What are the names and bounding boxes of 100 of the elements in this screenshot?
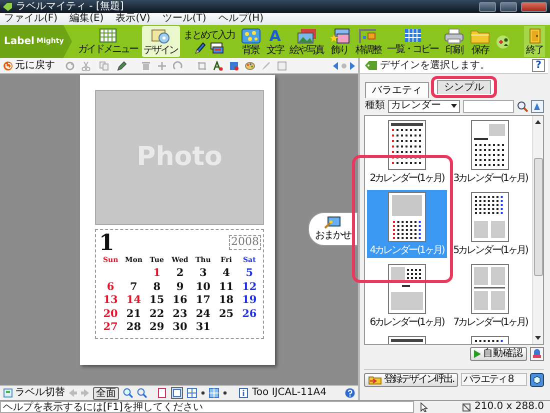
- design-set-field: バラエティ 8: [460, 373, 527, 386]
- label-icon: [3, 388, 13, 398]
- ribbon-button[interactable]: 絵や写真: [288, 26, 326, 57]
- add-icon: [496, 34, 510, 48]
- day-number: 31: [194, 321, 212, 336]
- ribbon-button[interactable]: 保存: [468, 26, 492, 57]
- design-label: 6カレンダー(1ヶ月): [370, 317, 444, 328]
- minimize-button[interactable]: [479, 2, 496, 12]
- maximize-button[interactable]: [500, 2, 517, 12]
- undo-button[interactable]: 元に戻す: [3, 60, 55, 72]
- close-button[interactable]: [521, 2, 547, 12]
- ribbon-button[interactable]: 背景: [238, 26, 262, 57]
- decoration-icon: [330, 28, 350, 44]
- auto-check-button[interactable]: 自動確認: [470, 347, 527, 361]
- tile-icon[interactable]: [209, 388, 219, 398]
- single-page-icon[interactable]: [157, 388, 167, 398]
- undo-icon: [3, 60, 13, 70]
- image-icon: [229, 60, 239, 70]
- pencil-icon: [194, 42, 206, 54]
- redo-icon: [65, 60, 75, 70]
- menu-item[interactable]: ヘルプ(H): [218, 13, 264, 25]
- photos-icon: [296, 28, 316, 44]
- day-number: 14: [125, 294, 142, 308]
- design-tile[interactable]: 2カレンダー(1ヶ月): [367, 118, 446, 186]
- ribbon-button[interactable]: 印刷: [442, 26, 466, 57]
- ribbon-button[interactable]: 枠調整: [354, 26, 383, 57]
- design-tile[interactable]: 6カレンダー(1ヶ月): [367, 262, 446, 330]
- menu-item[interactable]: 表示(V): [116, 13, 150, 25]
- help-button[interactable]: ?: [532, 59, 545, 72]
- day-number: 9: [175, 280, 185, 294]
- play-icon: [474, 350, 481, 358]
- frame-icon: [358, 28, 378, 44]
- search-icon[interactable]: [517, 100, 528, 112]
- page-size-icon: [462, 402, 472, 412]
- crop-icon: [197, 60, 207, 70]
- design-tile[interactable]: 5カレンダー(1ヶ月): [450, 190, 530, 258]
- design-thumbnail: [471, 192, 510, 242]
- design-tile[interactable]: 7カレンダー(1ヶ月): [450, 262, 530, 330]
- day-number: 20: [102, 308, 119, 322]
- design-tile[interactable]: 3カレンダー(1ヶ月): [450, 118, 530, 186]
- scroll-down-icon: [535, 336, 541, 340]
- picture-frame-icon: [277, 60, 287, 70]
- panel-tab[interactable]: バラエティ: [365, 82, 429, 98]
- day-number: 2: [175, 267, 185, 281]
- day-number: 12: [241, 280, 258, 294]
- zoom-in-icon[interactable]: [123, 388, 133, 398]
- ribbon-button[interactable]: 終了: [524, 26, 545, 57]
- design-thumbnail: [471, 120, 510, 170]
- printer-icon: [444, 28, 464, 44]
- window-title: ラベルマイティ - [無題]: [16, 0, 124, 12]
- help-icon[interactable]: [345, 388, 355, 398]
- nav-arrows-icon[interactable]: [333, 62, 355, 70]
- ribbon-button[interactable]: 飾り: [328, 26, 352, 57]
- ribbon-button[interactable]: まとめて入力: [182, 26, 236, 57]
- design-label: 3カレンダー(1ヶ月): [453, 173, 528, 184]
- ribbon-button[interactable]: デザイン: [142, 26, 180, 57]
- dropdown-dot-icon[interactable]: [201, 391, 205, 395]
- info-icon: [239, 388, 248, 398]
- scrollbar[interactable]: [532, 116, 543, 344]
- type-label: 種類: [365, 100, 385, 112]
- design-thumbnail: [388, 120, 426, 170]
- design-label: 4カレンダー(1ヶ月): [370, 245, 444, 256]
- menu-item[interactable]: ツール(T): [162, 13, 206, 25]
- door-icon: [526, 28, 542, 44]
- clear-filter-icon[interactable]: [531, 100, 544, 112]
- ribbon-button[interactable]: A 文字: [264, 26, 286, 57]
- copy-icon: [99, 60, 109, 70]
- four-up-icon[interactable]: [187, 388, 197, 398]
- design-label: 5カレンダー(1ヶ月): [453, 245, 528, 256]
- zoom-out-icon[interactable]: [137, 388, 147, 398]
- ribbon-button[interactable]: 一覧・コピー: [385, 26, 440, 57]
- rotate-icon: [173, 60, 183, 70]
- design-label: 2カレンダー(1ヶ月): [370, 173, 444, 184]
- ribbon-button[interactable]: ガイドメニュー: [76, 26, 140, 57]
- day-number: 4: [222, 267, 231, 281]
- page-size: 210.0 x 288.0: [473, 401, 545, 413]
- assist-button[interactable]: おまかせ: [308, 212, 358, 246]
- grid-icon: [404, 28, 422, 43]
- scroll-up-icon: [535, 120, 541, 124]
- dropdown-dot-icon[interactable]: [223, 391, 227, 395]
- day-number: 25: [218, 308, 235, 322]
- fit-button[interactable]: 全面: [93, 386, 119, 400]
- day-number: 27: [102, 321, 119, 336]
- print-check-icon[interactable]: [530, 347, 544, 361]
- type-dropdown[interactable]: カレンダー: [388, 100, 460, 112]
- day-number: 6: [106, 280, 116, 294]
- day-number: 5: [244, 267, 254, 281]
- two-up-icon[interactable]: [171, 387, 183, 399]
- tag-icon: [365, 61, 377, 70]
- background-icon: [240, 28, 260, 44]
- cut-icon: [81, 60, 91, 70]
- day-number: 23: [172, 308, 188, 322]
- load-design-button[interactable]: 登録デザイン呼出.: [364, 372, 458, 386]
- panel-tab[interactable]: シンプル: [437, 80, 491, 94]
- cube-icon[interactable]: [530, 372, 544, 386]
- menu-item[interactable]: ファイル(F): [4, 13, 58, 25]
- day-number: 24: [194, 308, 212, 322]
- day-number: 10: [194, 280, 212, 294]
- label-switch-button[interactable]: ラベル切替: [3, 387, 65, 399]
- menu-item[interactable]: 編集(E): [70, 13, 104, 25]
